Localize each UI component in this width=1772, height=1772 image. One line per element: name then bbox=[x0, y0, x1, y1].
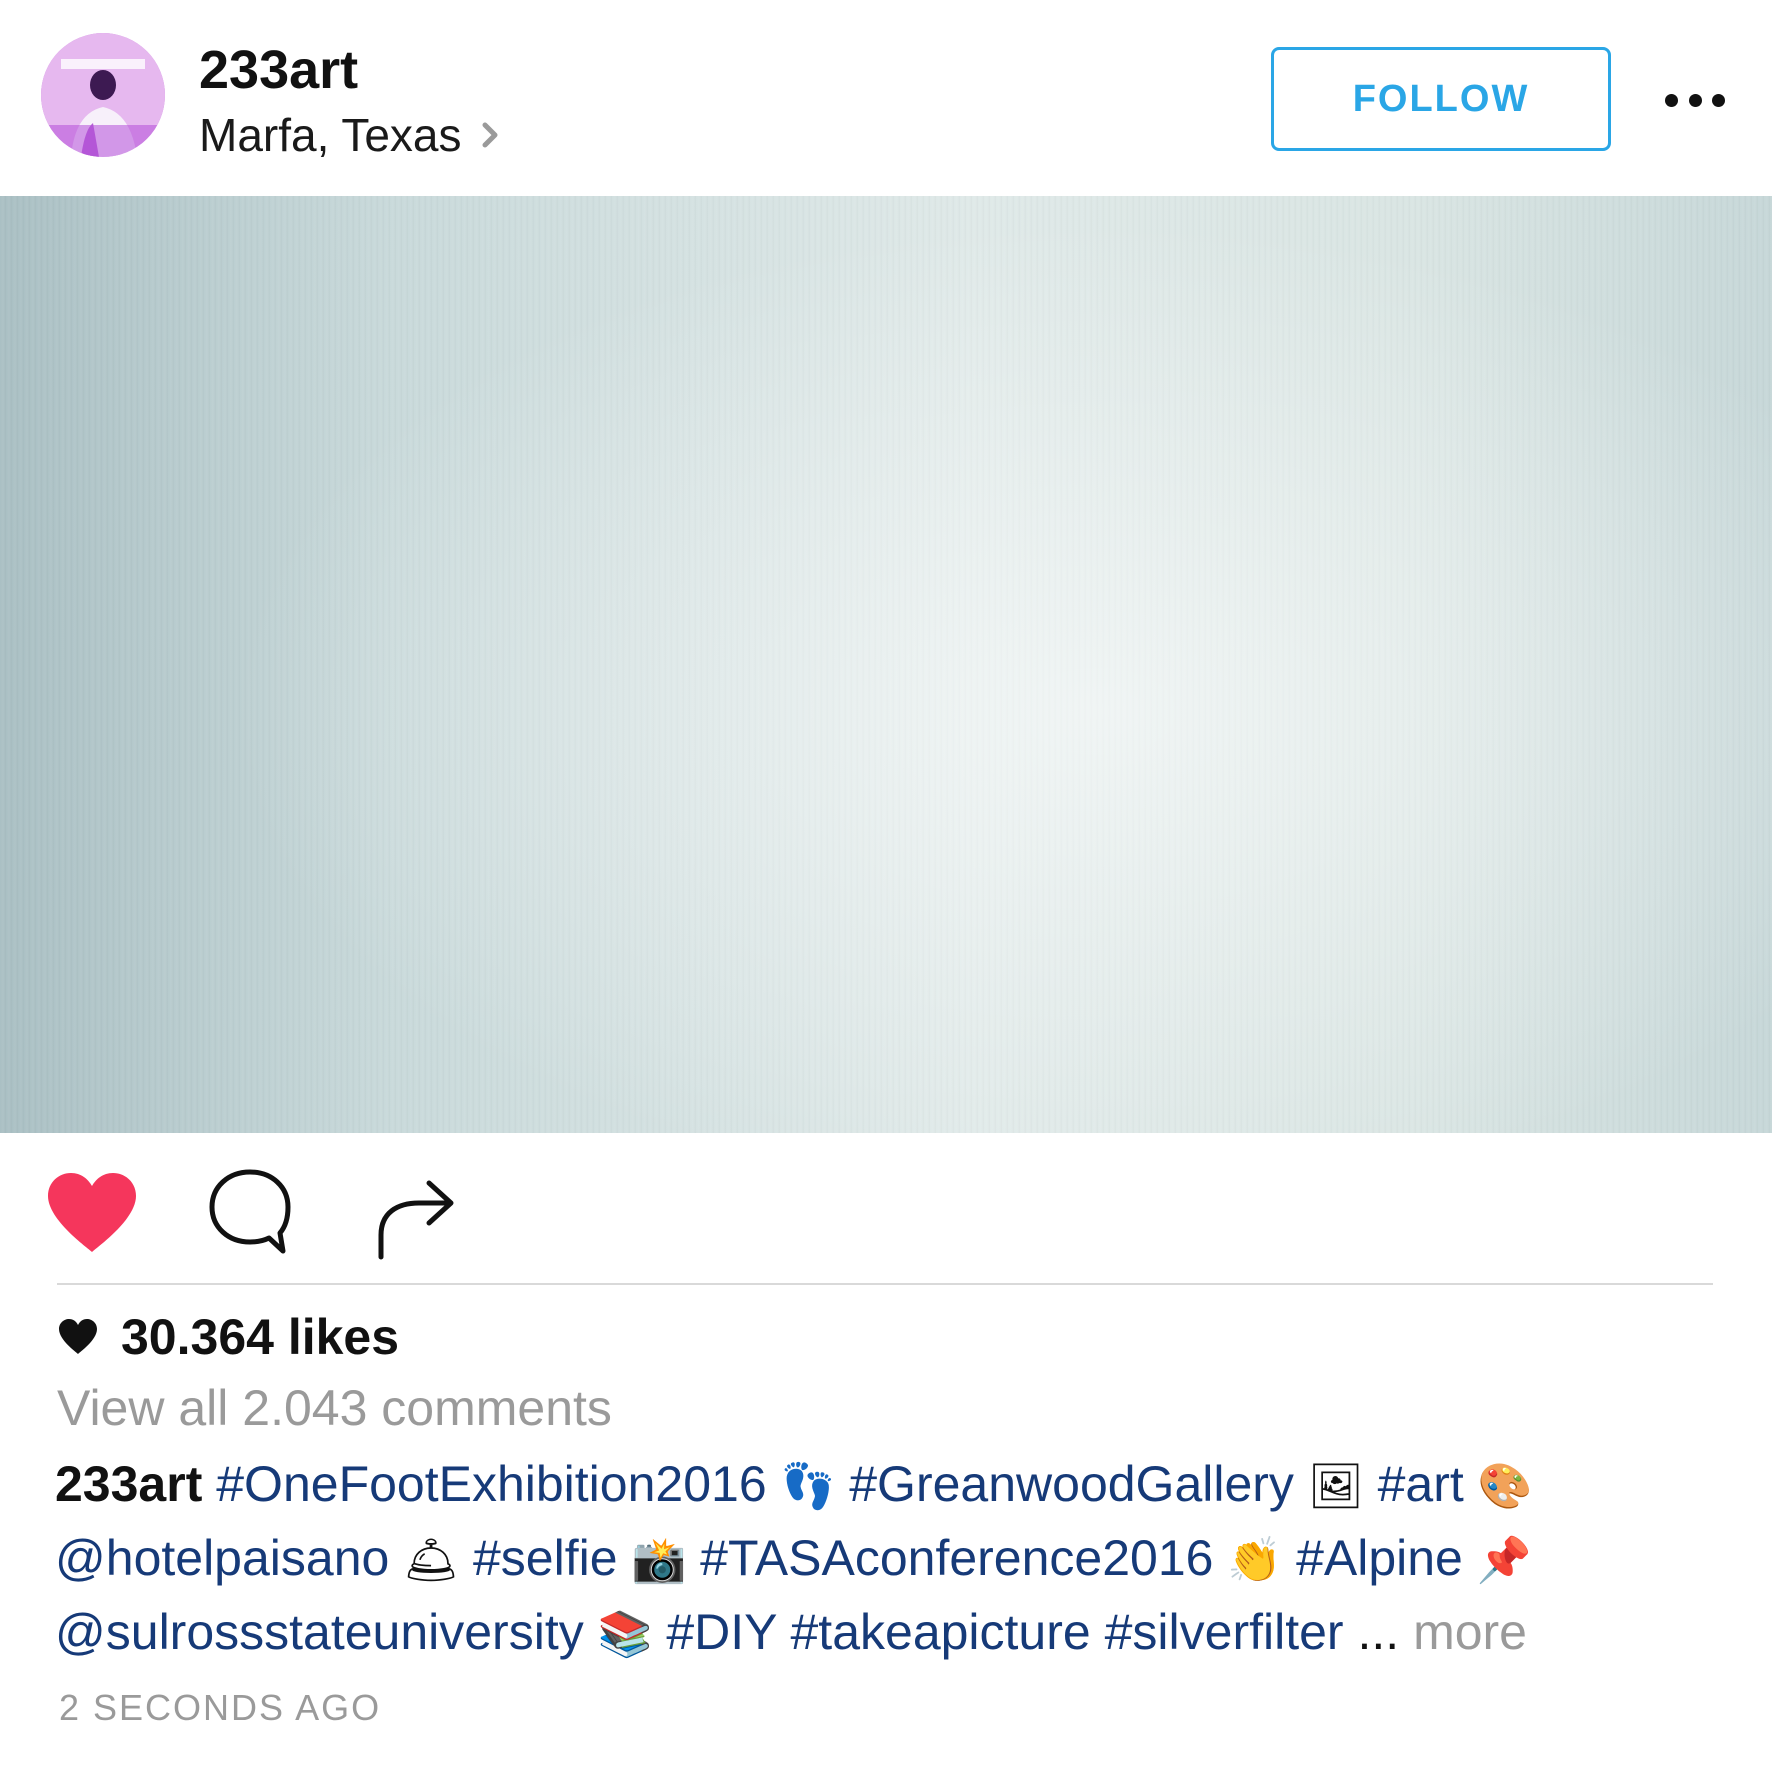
more-dot bbox=[1712, 93, 1725, 107]
avatar-portrait bbox=[41, 33, 165, 157]
emoji-icon: 🖼 bbox=[1307, 1461, 1364, 1512]
view-all-comments-link[interactable]: View all 2.043 comments bbox=[57, 1376, 612, 1440]
hashtag-link[interactable]: #TASAconference2016 bbox=[700, 1530, 1213, 1586]
follow-button[interactable]: FOLLOW bbox=[1271, 47, 1611, 151]
caption-ellipsis: ... bbox=[1357, 1604, 1400, 1660]
hashtag-link[interactable]: #Alpine bbox=[1296, 1530, 1463, 1586]
caption-line: @sulrossstateuniversity 📚 #DIY #takeapic… bbox=[55, 1595, 1735, 1669]
caption: 233art #OneFootExhibition2016 👣 #Greanwo… bbox=[55, 1447, 1735, 1669]
likes-label: 30.364 likes bbox=[121, 1309, 400, 1365]
hashtag-link[interactable]: #selfie bbox=[473, 1530, 618, 1586]
caption-line: @hotelpaisano 🛎 #selfie 📸 #TASAconferenc… bbox=[55, 1521, 1735, 1595]
emoji-icon: 📌 bbox=[1476, 1535, 1532, 1586]
divider bbox=[57, 1283, 1713, 1285]
hashtag-link[interactable]: #OneFootExhibition2016 bbox=[216, 1456, 766, 1512]
heart-icon[interactable] bbox=[44, 1170, 140, 1256]
emoji-icon: 🛎 bbox=[403, 1535, 460, 1586]
share-arrow-icon[interactable] bbox=[373, 1171, 457, 1261]
emoji-icon: 🎨 bbox=[1477, 1461, 1533, 1512]
hashtag-link[interactable]: #art bbox=[1378, 1456, 1464, 1512]
more-dot bbox=[1688, 93, 1702, 107]
more-options-icon[interactable] bbox=[1665, 78, 1725, 122]
location-label: Marfa, Texas bbox=[199, 109, 462, 161]
comment-bubble-icon[interactable] bbox=[207, 1167, 293, 1257]
more-link[interactable]: more bbox=[1413, 1604, 1527, 1660]
avatar[interactable] bbox=[41, 33, 165, 157]
caption-username[interactable]: 233art bbox=[55, 1456, 202, 1512]
post-header: 233art Marfa, Texas FOLLOW bbox=[0, 0, 1772, 196]
username[interactable]: 233art bbox=[199, 38, 358, 102]
action-bar bbox=[0, 1133, 1772, 1283]
more-dot bbox=[1665, 93, 1678, 107]
likes-count[interactable]: 30.364 likes bbox=[57, 1304, 399, 1370]
caption-line: 233art #OneFootExhibition2016 👣 #Greanwo… bbox=[55, 1447, 1735, 1521]
emoji-icon: 👏 bbox=[1227, 1535, 1283, 1586]
post-photo[interactable] bbox=[0, 196, 1772, 1133]
mention-link[interactable]: @hotelpaisano bbox=[55, 1530, 389, 1586]
small-heart-icon bbox=[59, 1319, 97, 1354]
emoji-icon: 👣 bbox=[780, 1461, 836, 1512]
post-timestamp: 2 SECONDS AGO bbox=[59, 1687, 382, 1728]
hashtag-link[interactable]: #silverfilter bbox=[1105, 1604, 1344, 1660]
chevron-right-icon bbox=[482, 122, 498, 148]
emoji-icon: 📚 bbox=[597, 1609, 653, 1660]
hashtag-link[interactable]: #GreanwoodGallery bbox=[849, 1456, 1294, 1512]
hashtag-link[interactable]: #DIY bbox=[666, 1604, 776, 1660]
mention-link[interactable]: @sulrossstateuniversity bbox=[55, 1604, 584, 1660]
location-link[interactable]: Marfa, Texas bbox=[199, 103, 505, 167]
emoji-icon: 📸 bbox=[631, 1535, 687, 1586]
hashtag-link[interactable]: #takeapicture bbox=[791, 1604, 1091, 1660]
